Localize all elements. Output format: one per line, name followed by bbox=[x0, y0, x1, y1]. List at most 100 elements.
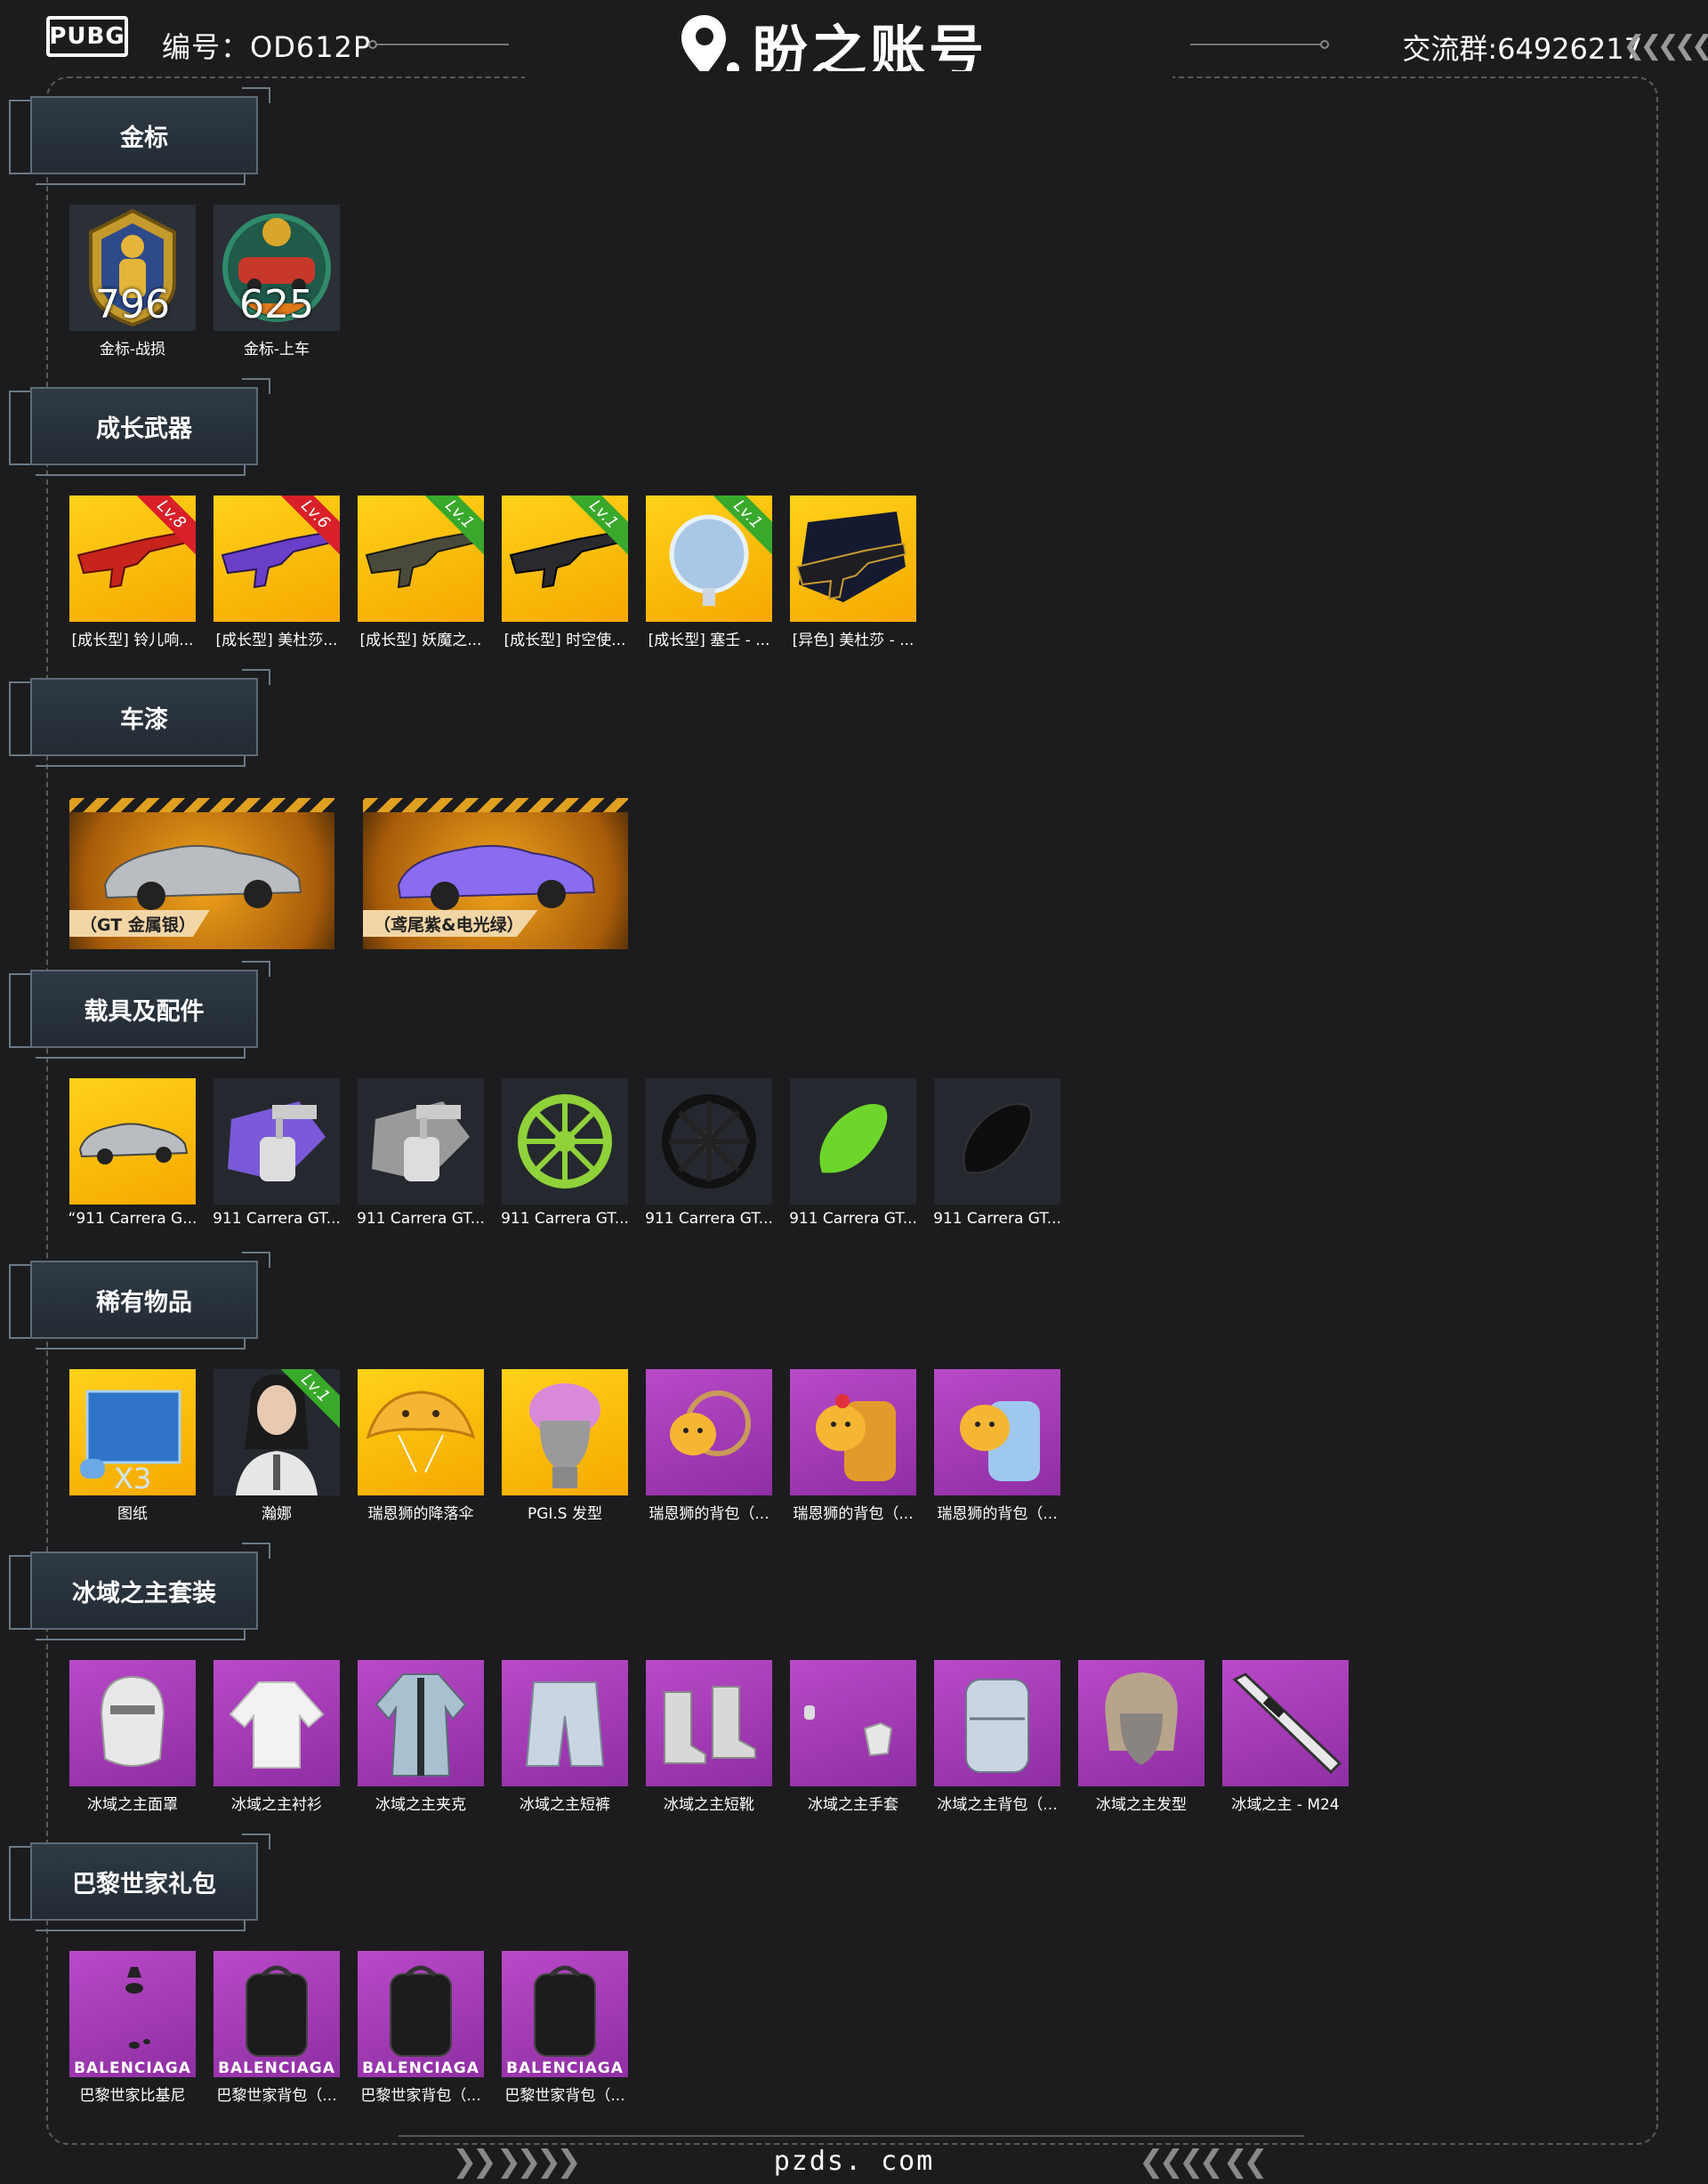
item-caption: 冰域之主 - M24 bbox=[1231, 1796, 1340, 1814]
items-row-car-paint: （GT 金属银） （鸢尾紫&电光绿） bbox=[69, 798, 628, 949]
mask-image bbox=[69, 1660, 196, 1786]
paint-card[interactable]: （GT 金属银） bbox=[69, 798, 334, 949]
section-title: 冰域之主套装 bbox=[30, 1551, 258, 1630]
item-caption: [成长型] 美杜莎... bbox=[215, 632, 338, 649]
list-item[interactable]: 冰域之主面罩 bbox=[69, 1660, 196, 1814]
list-item[interactable]: 冰域之主 - M24 bbox=[1222, 1660, 1349, 1814]
hairstyle-image bbox=[1078, 1660, 1204, 1786]
item-caption: 瑞恩狮的背包（... bbox=[649, 1505, 769, 1523]
section-header-balenciaga-pack: 巴黎世家礼包 bbox=[9, 1833, 270, 1931]
item-caption: 冰域之主发型 bbox=[1096, 1796, 1187, 1814]
list-item[interactable]: 911 Carrera GT... bbox=[213, 1078, 341, 1228]
item-caption: 瑞恩狮的背包（... bbox=[793, 1505, 914, 1523]
list-item[interactable]: 冰域之主衬衫 bbox=[214, 1660, 340, 1814]
item-caption: 瑞恩狮的降落伞 bbox=[367, 1505, 474, 1523]
item-caption: 911 Carrera GT... bbox=[645, 1210, 773, 1228]
item-caption: 巴黎世家比基尼 bbox=[79, 2087, 186, 2105]
list-item[interactable]: 瑞恩狮的背包（... bbox=[646, 1369, 772, 1523]
list-item[interactable]: 冰域之主手套 bbox=[790, 1660, 916, 1814]
list-item[interactable]: BALENCIAGA 巴黎世家背包（... bbox=[214, 1951, 340, 2105]
section-header-car-paint: 车漆 bbox=[9, 669, 270, 767]
item-caption: 911 Carrera GT... bbox=[933, 1210, 1061, 1228]
account-id: 编号：OD612P bbox=[162, 30, 372, 64]
header-line-left bbox=[377, 44, 509, 45]
list-item[interactable]: 冰域之主短靴 bbox=[646, 1660, 772, 1814]
list-item[interactable]: Lv.1 瀚娜 bbox=[214, 1369, 340, 1523]
list-item[interactable]: 瑞恩狮的背包（... bbox=[790, 1369, 916, 1523]
list-item[interactable]: X3 图纸 bbox=[69, 1369, 196, 1523]
paint-label: （鸢尾紫&电光绿） bbox=[363, 910, 538, 937]
item-caption: “911 Carrera G... bbox=[68, 1210, 197, 1228]
section-header-gold-medal: 金标 bbox=[9, 87, 270, 185]
list-item[interactable]: 瑞恩狮的背包（... bbox=[934, 1369, 1060, 1523]
item-caption: 巴黎世家背包（... bbox=[504, 2087, 625, 2105]
list-item[interactable]: 911 Carrera GT... bbox=[933, 1078, 1061, 1228]
chevrons-left-icon: ❮❮❮❮❮ bbox=[1623, 30, 1708, 61]
backpack-image bbox=[934, 1369, 1060, 1495]
list-item[interactable]: 冰域之主发型 bbox=[1078, 1660, 1204, 1814]
boots-image bbox=[646, 1660, 772, 1786]
pubg-logo: PUBG bbox=[46, 16, 128, 57]
item-caption: [成长型] 时空使... bbox=[504, 632, 626, 649]
list-item[interactable]: 625 金标-上车 bbox=[214, 205, 340, 359]
group-number: 交流群:64926217 bbox=[1402, 32, 1642, 66]
list-item[interactable]: 冰域之主夹克 bbox=[358, 1660, 484, 1814]
item-caption: PGI.S 发型 bbox=[527, 1505, 603, 1523]
car-image bbox=[69, 1078, 196, 1205]
list-item[interactable]: 796 金标-战损 bbox=[69, 205, 196, 359]
list-item[interactable]: 冰域之主短裤 bbox=[502, 1660, 628, 1814]
section-title: 载具及配件 bbox=[30, 970, 258, 1048]
parachute-image bbox=[358, 1369, 484, 1495]
list-item[interactable]: 911 Carrera GT... bbox=[357, 1078, 485, 1228]
brand-label: BALENCIAGA bbox=[74, 2059, 191, 2077]
list-item[interactable]: Lv.8 [成长型] 铃儿响... bbox=[69, 496, 196, 649]
header-dot-left bbox=[368, 40, 377, 49]
character-image: Lv.1 bbox=[214, 1369, 340, 1495]
item-caption: 911 Carrera GT... bbox=[501, 1210, 629, 1228]
list-item[interactable]: 911 Carrera GT... bbox=[645, 1078, 773, 1228]
brake-caliper-image bbox=[790, 1078, 916, 1205]
list-item[interactable]: 911 Carrera GT... bbox=[789, 1078, 917, 1228]
item-caption: 冰域之主面罩 bbox=[87, 1796, 178, 1814]
list-item[interactable]: Lv.6 [成长型] 美杜莎... bbox=[214, 496, 340, 649]
list-item[interactable]: BALENCIAGA 巴黎世家背包（... bbox=[358, 1951, 484, 2105]
quantity-badge: X3 bbox=[114, 1462, 152, 1495]
spray-gun-image bbox=[358, 1078, 484, 1205]
site-url[interactable]: pzds. com bbox=[0, 2146, 1708, 2177]
list-item[interactable]: 911 Carrera GT... bbox=[501, 1078, 629, 1228]
list-item[interactable]: BALENCIAGA 巴黎世家比基尼 bbox=[69, 1951, 196, 2105]
medal-count: 625 bbox=[239, 282, 314, 327]
brand-label: BALENCIAGA bbox=[362, 2059, 479, 2077]
section-title: 巴黎世家礼包 bbox=[30, 1842, 258, 1921]
spray-gun-image bbox=[214, 1078, 340, 1205]
weapon-image: Lv.6 bbox=[214, 496, 340, 622]
item-caption: 冰域之主短靴 bbox=[664, 1796, 754, 1814]
footer-divider bbox=[399, 2135, 1304, 2137]
list-item[interactable]: Lv.1 [成长型] 塞壬 - ... bbox=[646, 496, 772, 649]
list-item[interactable]: BALENCIAGA 巴黎世家背包（... bbox=[502, 1951, 628, 2105]
list-item[interactable]: “911 Carrera G... bbox=[68, 1078, 197, 1228]
item-caption: [成长型] 铃儿响... bbox=[71, 632, 194, 649]
header-line-right bbox=[1190, 44, 1322, 45]
gloves-image bbox=[790, 1660, 916, 1786]
list-item[interactable]: Lv.1 [成长型] 时空使... bbox=[502, 496, 628, 649]
paint-card[interactable]: （鸢尾紫&电光绿） bbox=[363, 798, 628, 949]
section-title: 稀有物品 bbox=[30, 1261, 258, 1339]
item-caption: 冰域之主短裤 bbox=[520, 1796, 610, 1814]
items-row-ice-lord-set: 冰域之主面罩 冰域之主衬衫 冰域之主夹克 冰域之主短裤 冰域之主短靴 冰域之主手… bbox=[69, 1660, 1349, 1814]
wheel-image bbox=[646, 1078, 772, 1205]
item-caption: 冰域之主夹克 bbox=[375, 1796, 466, 1814]
weapon-image: Lv.1 bbox=[358, 496, 484, 622]
header-dot-right bbox=[1320, 40, 1329, 49]
backpack-image: BALENCIAGA bbox=[358, 1951, 484, 2077]
item-caption: 冰域之主衬衫 bbox=[231, 1796, 322, 1814]
list-item[interactable]: [异色] 美杜莎 - ... bbox=[790, 496, 916, 649]
list-item[interactable]: PGI.S 发型 bbox=[502, 1369, 628, 1523]
frame-gap bbox=[525, 71, 1172, 84]
item-caption: [成长型] 妖魔之... bbox=[359, 632, 482, 649]
list-item[interactable]: 冰域之主背包（... bbox=[934, 1660, 1060, 1814]
section-header-rare-items: 稀有物品 bbox=[9, 1252, 270, 1350]
hairstyle-image bbox=[502, 1369, 628, 1495]
list-item[interactable]: Lv.1 [成长型] 妖魔之... bbox=[358, 496, 484, 649]
list-item[interactable]: 瑞恩狮的降落伞 bbox=[358, 1369, 484, 1523]
